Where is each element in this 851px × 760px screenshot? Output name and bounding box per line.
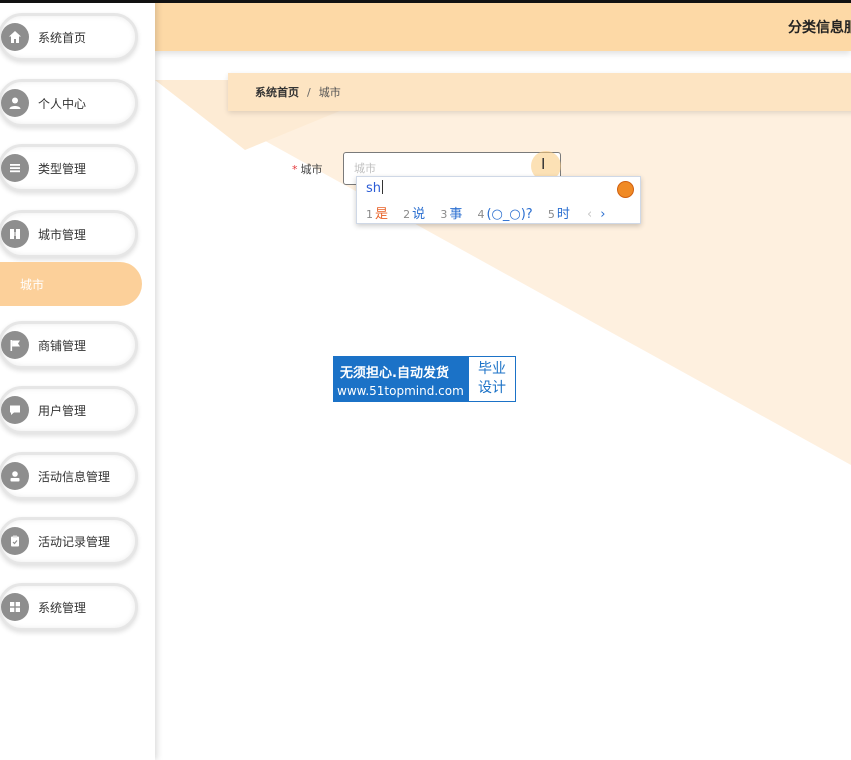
breadcrumb-separator: / xyxy=(307,85,311,99)
flag-icon xyxy=(1,331,29,359)
sidebar-item-label: 商铺管理 xyxy=(38,338,87,353)
ime-candidate[interactable]: 2说 xyxy=(403,207,425,222)
sidebar: 系统首页 个人中心 类型管理 城市管理 城市 商铺管理 用户管理 活动信息管理 … xyxy=(0,0,155,760)
required-mark: * xyxy=(292,163,298,176)
sidebar-item-city-management[interactable]: 城市管理 xyxy=(0,210,138,258)
city-field-label: * 城市 xyxy=(292,161,323,177)
home-icon xyxy=(1,23,29,51)
breadcrumb: 系统首页 / 城市 xyxy=(228,73,851,111)
sidebar-item-shop-management[interactable]: 商铺管理 xyxy=(0,321,138,369)
city-label-text: 城市 xyxy=(300,163,323,176)
watermark-slogan: 无须担心.自动发货 xyxy=(340,366,449,381)
sidebar-item-label: 活动信息管理 xyxy=(38,469,111,484)
caret xyxy=(382,180,384,194)
user-icon xyxy=(1,89,29,117)
person-icon xyxy=(1,462,29,490)
sidebar-item-personal-center[interactable]: 个人中心 xyxy=(0,79,138,127)
main-content: 分类信息服 系统首页 / 城市 *城市 Ⅰ sh 1是 2说 3事 4(○_○)… xyxy=(155,0,851,760)
ime-composition: sh xyxy=(366,180,384,196)
watermark-badge-line2: 设计 xyxy=(478,380,506,396)
sidebar-item-user-management[interactable]: 用户管理 xyxy=(0,386,138,434)
sidebar-item-label: 活动记录管理 xyxy=(38,534,111,549)
sidebar-item-label: 城市管理 xyxy=(38,227,87,242)
sidebar-item-type-management[interactable]: 类型管理 xyxy=(0,144,138,192)
app-title: 分类信息服 xyxy=(788,20,851,36)
sidebar-item-home[interactable]: 系统首页 xyxy=(0,13,138,61)
ime-candidate-popup: sh 1是 2说 3事 4 (○_○)? 5时 ‹ › xyxy=(356,176,641,224)
ime-logo-icon xyxy=(617,181,634,198)
breadcrumb-home[interactable]: 系统首页 xyxy=(255,84,299,100)
watermark-badge-line1: 毕业 xyxy=(478,361,506,377)
watermark-badge: 毕业 设计 xyxy=(469,357,515,401)
grid-icon xyxy=(1,593,29,621)
sidebar-subitem-city[interactable]: 城市 xyxy=(0,262,142,306)
ime-candidate[interactable]: 1是 xyxy=(366,207,388,222)
watermark: 无须担心.自动发货 www.51topmind.com 毕业 设计 xyxy=(333,356,516,402)
chat-icon xyxy=(1,396,29,424)
sidebar-item-label: 系统首页 xyxy=(38,30,87,45)
list-icon xyxy=(1,154,29,182)
sidebar-item-label: 个人中心 xyxy=(38,96,87,111)
watermark-url: www.51topmind.com xyxy=(337,384,464,398)
sidebar-item-label: 系统管理 xyxy=(38,600,87,615)
watermark-text-block: 无须担心.自动发货 www.51topmind.com xyxy=(334,357,469,401)
ime-candidate[interactable]: 5时 xyxy=(548,207,570,222)
sidebar-item-system-management[interactable]: 系统管理 xyxy=(0,583,138,631)
breadcrumb-current: 城市 xyxy=(318,86,341,99)
ime-next-page-icon[interactable]: › xyxy=(600,207,605,222)
ime-composition-text: sh xyxy=(366,181,382,196)
sidebar-subitem-label: 城市 xyxy=(20,277,45,292)
top-edge xyxy=(0,0,851,3)
sidebar-item-activity-info-management[interactable]: 活动信息管理 xyxy=(0,452,138,500)
ime-candidate[interactable]: 4 (○_○)? xyxy=(477,207,532,222)
top-header: 分类信息服 xyxy=(155,3,851,51)
sidebar-item-label: 类型管理 xyxy=(38,161,87,176)
ime-candidate[interactable]: 3事 xyxy=(440,207,462,222)
ime-prev-page-icon[interactable]: ‹ xyxy=(587,207,592,222)
book-icon xyxy=(1,220,29,248)
clipboard-icon xyxy=(1,527,29,555)
text-cursor-icon: Ⅰ xyxy=(541,155,546,173)
sidebar-item-activity-record-management[interactable]: 活动记录管理 xyxy=(0,517,138,565)
sidebar-item-label: 用户管理 xyxy=(38,403,87,418)
ime-candidates: 1是 2说 3事 4 (○_○)? 5时 ‹ › xyxy=(366,203,611,222)
